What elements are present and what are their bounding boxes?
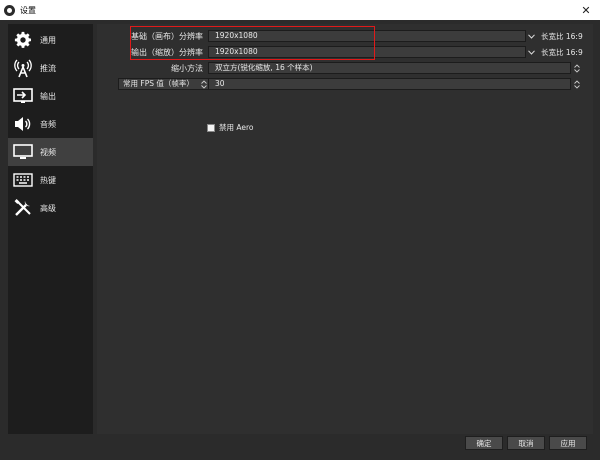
sidebar-item-stream[interactable]: 推流	[8, 54, 93, 82]
base-resolution-label: 基础（画布）分辨率	[131, 32, 203, 41]
obs-logo-icon	[4, 4, 15, 16]
chevron-down-icon[interactable]	[526, 46, 537, 58]
output-resolution-combo[interactable]: 1920x1080	[208, 46, 526, 58]
output-icon	[12, 85, 34, 107]
title-bar: 设置 ✕	[0, 0, 600, 20]
downscale-filter-select[interactable]: 双立方(锐化缩放, 16 个样本)	[208, 62, 571, 74]
sidebar-item-label: 热键	[40, 175, 56, 185]
sidebar-item-audio[interactable]: 音频	[8, 110, 93, 138]
sidebar-item-label: 视频	[40, 147, 56, 157]
keyboard-icon	[12, 169, 34, 191]
monitor-icon	[12, 141, 34, 163]
updown-arrows-icon[interactable]	[571, 62, 582, 74]
sidebar-item-hotkeys[interactable]: 热键	[8, 166, 93, 194]
close-button[interactable]: ✕	[578, 2, 594, 18]
fps-type-select[interactable]: 常用 FPS 值（帧率）	[118, 78, 210, 90]
output-aspect-ratio: 长宽比 16:9	[541, 48, 583, 57]
window-title: 设置	[20, 5, 36, 15]
fps-value-select[interactable]: 30	[208, 78, 571, 90]
base-resolution-combo[interactable]: 1920x1080	[208, 30, 526, 42]
updown-arrows-icon[interactable]	[571, 78, 582, 90]
sidebar-item-label: 音频	[40, 119, 56, 129]
sidebar-item-general[interactable]: 通用	[8, 26, 93, 54]
gear-icon	[12, 29, 34, 51]
apply-button[interactable]: 应用	[549, 436, 587, 450]
sidebar-item-advanced[interactable]: 高级	[8, 194, 93, 222]
sidebar-item-output[interactable]: 输出	[8, 82, 93, 110]
tools-icon	[12, 197, 34, 219]
sidebar-item-label: 输出	[40, 91, 56, 101]
sidebar-item-label: 通用	[40, 35, 56, 45]
output-resolution-value: 1920x1080	[215, 47, 258, 56]
fps-value: 30	[215, 79, 225, 88]
output-resolution-label: 输出（缩放）分辨率	[131, 48, 203, 57]
speaker-icon	[12, 113, 34, 135]
downscale-filter-value: 双立方(锐化缩放, 16 个样本)	[215, 63, 313, 72]
base-resolution-value: 1920x1080	[215, 31, 258, 40]
disable-aero-checkbox[interactable]	[207, 123, 215, 132]
sidebar-item-label: 高级	[40, 203, 56, 213]
ok-button[interactable]: 确定	[465, 436, 503, 450]
fps-type-value: 常用 FPS 值（帧率）	[123, 79, 194, 88]
sidebar-item-video[interactable]: 视频	[8, 138, 93, 166]
sidebar-item-label: 推流	[40, 63, 56, 73]
downscale-filter-label: 缩小方法	[171, 64, 203, 73]
video-settings-panel: 基础（画布）分辨率 1920x1080 长宽比 16:9 输出（缩放）分辨率 1…	[97, 24, 593, 434]
settings-sidebar: 通用 推流 输出 音频 视频 热键 高级	[8, 24, 93, 434]
chevron-down-icon[interactable]	[526, 30, 537, 42]
base-aspect-ratio: 长宽比 16:9	[541, 32, 583, 41]
disable-aero-option[interactable]: 禁用 Aero	[207, 122, 254, 133]
disable-aero-label: 禁用 Aero	[219, 123, 254, 132]
cancel-button[interactable]: 取消	[507, 436, 545, 450]
antenna-icon	[12, 57, 34, 79]
